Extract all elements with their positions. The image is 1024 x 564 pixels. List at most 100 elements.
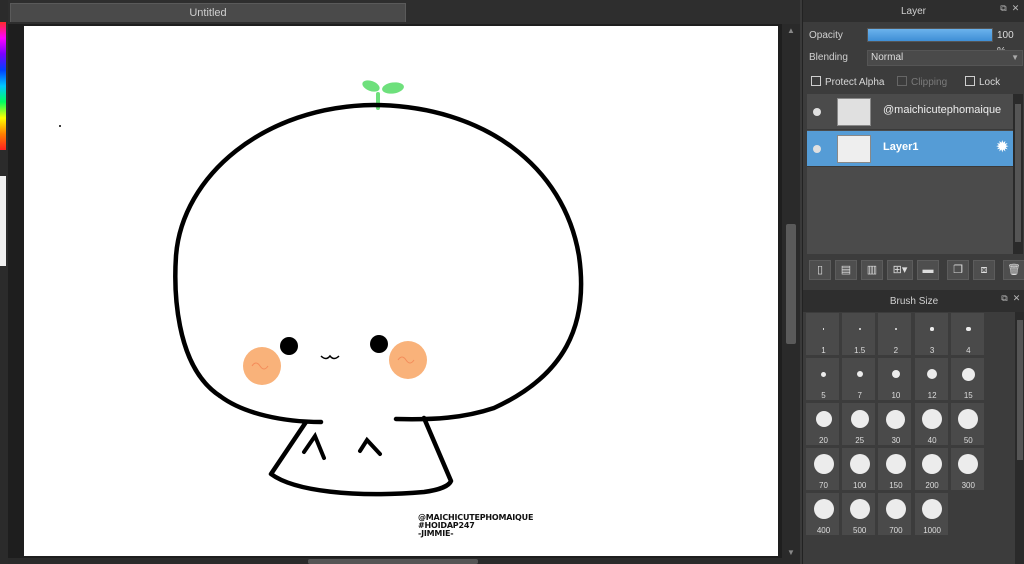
brush-size-label: 40 bbox=[927, 436, 937, 445]
protect-alpha-label: Protect Alpha bbox=[825, 77, 885, 88]
brush-size-label: 100 bbox=[853, 481, 867, 490]
new-vector-layer-icon[interactable]: ▥ bbox=[861, 260, 883, 280]
brush-size-label: 700 bbox=[889, 526, 903, 535]
brush-size-cell[interactable]: 4 bbox=[949, 312, 985, 356]
layer-row[interactable]: @maichicutephomaique bbox=[807, 94, 1013, 130]
close-icon[interactable]: ✕ bbox=[1012, 294, 1021, 303]
drawing-canvas[interactable]: @MAICHICUTEPHOMAIQUE #HOIDAP247 -JIMMIE- bbox=[24, 26, 778, 556]
drawing-artwork bbox=[59, 80, 584, 497]
clipping-label: Clipping bbox=[911, 77, 948, 88]
canvas-horizontal-scrollbar[interactable] bbox=[8, 558, 782, 564]
brush-dot-icon bbox=[961, 367, 975, 381]
brush-size-cell[interactable]: 2 bbox=[877, 312, 913, 356]
layer-thumbnail bbox=[837, 135, 871, 163]
brush-size-cell[interactable]: 10 bbox=[877, 357, 913, 401]
canvas-vertical-scrollbar[interactable]: ▲ ▼ bbox=[782, 24, 800, 564]
trash-icon[interactable]: 🗑 bbox=[1003, 260, 1024, 280]
scroll-down-icon[interactable]: ▼ bbox=[786, 548, 796, 558]
merge-down-icon[interactable]: ⧈ bbox=[973, 260, 995, 280]
scroll-thumb[interactable] bbox=[308, 559, 478, 564]
add-layer-dropdown-icon[interactable]: ⊞▾ bbox=[887, 260, 913, 280]
scroll-up-icon[interactable]: ▲ bbox=[786, 26, 796, 36]
brush-size-cell[interactable]: 500 bbox=[841, 492, 877, 536]
brush-size-label: 400 bbox=[816, 526, 831, 535]
duplicate-layer-icon[interactable]: ❐ bbox=[947, 260, 969, 280]
brush-size-label: 5 bbox=[821, 391, 826, 400]
new-raster-layer-icon[interactable]: ▤ bbox=[835, 260, 857, 280]
layer-panel-header: Layer ⧉ ✕ bbox=[803, 0, 1024, 22]
color-strip bbox=[0, 0, 8, 564]
brush-size-label: 12 bbox=[927, 391, 937, 400]
document-tab[interactable]: Untitled bbox=[10, 3, 406, 22]
brush-size-cell[interactable]: 40 bbox=[913, 402, 949, 446]
brush-size-cell[interactable]: 15 bbox=[949, 357, 985, 401]
brush-size-cell[interactable]: 100 bbox=[841, 447, 877, 491]
brush-size-cell[interactable]: 300 bbox=[949, 447, 985, 491]
brush-size-label: 25 bbox=[855, 436, 865, 445]
brush-size-cell[interactable]: 5 bbox=[805, 357, 840, 401]
brush-size-cell[interactable]: 1 bbox=[805, 312, 840, 356]
brush-dot-icon bbox=[922, 454, 943, 474]
brush-size-cell[interactable]: 400 bbox=[805, 492, 840, 536]
visibility-icon[interactable] bbox=[813, 108, 821, 116]
opacity-label: Opacity bbox=[809, 30, 843, 41]
brush-dot-icon bbox=[822, 328, 825, 330]
brush-size-label: 150 bbox=[889, 481, 903, 490]
new-layer-icon[interactable]: ▯ bbox=[809, 260, 831, 280]
brush-panel-header: Brush Size ⧉ ✕ bbox=[803, 290, 1024, 312]
gear-icon[interactable]: ✹ bbox=[996, 139, 1009, 157]
brush-dot-icon bbox=[958, 409, 979, 429]
blending-select[interactable]: Normal ▼ bbox=[867, 50, 1023, 66]
left-eye bbox=[280, 337, 298, 355]
brush-size-cell[interactable]: 12 bbox=[913, 357, 949, 401]
brush-size-label: 30 bbox=[891, 436, 901, 445]
brush-scrollbar[interactable] bbox=[1015, 312, 1024, 564]
brush-size-cell[interactable]: 50 bbox=[949, 402, 985, 446]
opacity-fill bbox=[868, 29, 992, 41]
brush-size-cell[interactable]: 70 bbox=[805, 447, 840, 491]
brush-size-cell[interactable]: 1.5 bbox=[841, 312, 877, 356]
brush-size-label: 4 bbox=[966, 346, 971, 355]
brush-size-cell[interactable]: 30 bbox=[877, 402, 913, 446]
brush-dot-icon bbox=[856, 371, 863, 377]
brush-size-cell[interactable]: 3 bbox=[913, 312, 949, 356]
clipping-checkbox[interactable]: Clipping bbox=[897, 76, 947, 90]
checkbox-icon bbox=[897, 76, 907, 86]
layer-list: @maichicutephomaique Layer1 ✹ bbox=[807, 94, 1013, 254]
brush-size-cell[interactable]: 200 bbox=[913, 447, 949, 491]
lock-checkbox[interactable]: Lock bbox=[965, 76, 1000, 90]
brush-size-cell[interactable]: 1000 bbox=[913, 492, 949, 536]
brush-size-cell[interactable]: 7 bbox=[841, 357, 877, 401]
brush-size-cell[interactable]: 150 bbox=[877, 447, 913, 491]
color-preview bbox=[0, 176, 6, 266]
opacity-slider[interactable] bbox=[867, 28, 993, 42]
brush-size-cell[interactable]: 25 bbox=[841, 402, 877, 446]
opacity-value: 100 % bbox=[997, 30, 1014, 57]
brush-dot-icon bbox=[894, 327, 898, 331]
close-icon[interactable]: ✕ bbox=[1011, 4, 1020, 13]
brush-size-cell[interactable]: 700 bbox=[877, 492, 913, 536]
folder-icon[interactable]: ▬ bbox=[917, 260, 939, 280]
hue-slider[interactable] bbox=[0, 22, 6, 150]
brush-size-label: 300 bbox=[961, 481, 975, 490]
scroll-thumb[interactable] bbox=[1015, 104, 1021, 242]
protect-alpha-checkbox[interactable]: Protect Alpha bbox=[811, 76, 884, 90]
brush-size-label: 7 bbox=[857, 391, 862, 400]
scroll-thumb[interactable] bbox=[786, 224, 796, 344]
brush-size-label: 200 bbox=[925, 481, 939, 490]
brush-size-cell[interactable]: 20 bbox=[805, 402, 840, 446]
scroll-thumb[interactable] bbox=[1017, 320, 1023, 460]
visibility-icon[interactable] bbox=[813, 145, 821, 153]
undock-icon[interactable]: ⧉ bbox=[1000, 294, 1009, 303]
layer-row[interactable]: Layer1 ✹ bbox=[807, 131, 1013, 167]
signature-line: -JIMMIE- bbox=[418, 529, 454, 538]
brush-size-label: 20 bbox=[819, 436, 828, 445]
layer-thumbnail bbox=[837, 98, 871, 126]
head-outline bbox=[173, 102, 584, 422]
blending-label: Blending bbox=[809, 52, 848, 63]
right-panel: Layer ⧉ ✕ Opacity 100 % Blending Normal … bbox=[802, 0, 1024, 564]
layer-scrollbar[interactable] bbox=[1013, 94, 1023, 254]
brush-dot-icon bbox=[922, 499, 943, 519]
undock-icon[interactable]: ⧉ bbox=[999, 4, 1008, 13]
brush-size-label: 1 bbox=[821, 346, 826, 355]
